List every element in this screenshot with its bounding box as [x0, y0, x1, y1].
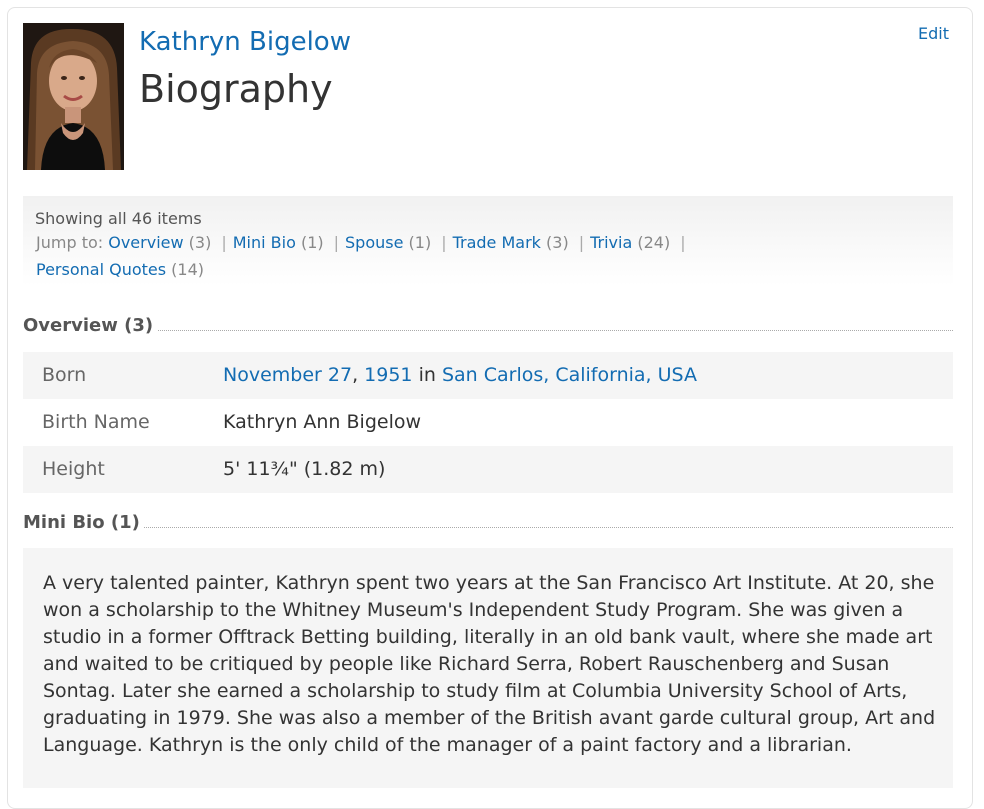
jump-separator: | — [441, 233, 447, 252]
jump-separator: | — [221, 233, 227, 252]
overview-row-height: Height 5' 11¾" (1.82 m) — [23, 446, 953, 493]
height-label: Height — [42, 458, 105, 480]
jump-separator: | — [333, 233, 340, 252]
overview-section-header: Overview (3) — [23, 315, 953, 341]
section-divider — [23, 330, 953, 331]
mini-bio-text: A very talented painter, Kathryn spent t… — [43, 572, 936, 756]
born-date-link[interactable]: November 27 — [223, 364, 352, 386]
born-place-link[interactable]: San Carlos, California, USA — [442, 364, 697, 386]
height-value: 5' 11¾" (1.82 m) — [223, 458, 386, 480]
profile-photo[interactable] — [23, 23, 124, 170]
jump-count-spouse: (1) — [408, 233, 432, 252]
jump-link-trade-mark[interactable]: Trade Mark — [453, 233, 541, 252]
edit-link[interactable]: Edit — [918, 24, 949, 43]
jump-count-trade-mark: (3) — [546, 233, 569, 252]
jump-nav-line-1: Jump to: Overview (3) | Mini Bio (1) | Spous… — [36, 233, 692, 252]
jump-separator: | — [680, 233, 686, 252]
born-comma: , — [352, 364, 359, 386]
jump-count-mini-bio: (1) — [300, 233, 324, 252]
jump-link-spouse[interactable]: Spouse — [345, 233, 403, 252]
overview-row-born: Born November 27, 1951 in San Carlos, Ca… — [23, 352, 953, 399]
born-in-text: in — [418, 364, 436, 386]
mini-bio-box: A very talented painter, Kathryn spent t… — [23, 548, 953, 788]
jump-separator: | — [578, 233, 585, 252]
overview-row-birth-name: Birth Name Kathryn Ann Bigelow — [23, 399, 953, 446]
jump-count-overview: (3) — [188, 233, 212, 252]
person-name-link[interactable]: Kathryn Bigelow — [139, 26, 351, 58]
mini-bio-section-header: Mini Bio (1) — [23, 512, 953, 538]
jump-link-personal-quotes[interactable]: Personal Quotes — [36, 260, 166, 279]
birth-name-label: Birth Name — [42, 411, 150, 433]
page-title: Biography — [139, 67, 333, 111]
jump-link-mini-bio[interactable]: Mini Bio — [233, 233, 296, 252]
jump-nav-line-2: Personal Quotes (14) — [36, 260, 204, 279]
born-year-link[interactable]: 1951 — [364, 364, 412, 386]
jump-link-trivia[interactable]: Trivia — [590, 233, 632, 252]
born-value: November 27, 1951 in San Carlos, Califor… — [223, 364, 697, 386]
jump-count-personal-quotes: (14) — [171, 260, 205, 279]
born-label: Born — [42, 364, 87, 386]
jump-count-trivia: (24) — [637, 233, 671, 252]
birth-name-value: Kathryn Ann Bigelow — [223, 411, 422, 433]
items-count: Showing all 46 items — [35, 209, 202, 228]
section-divider — [23, 527, 953, 528]
overview-heading: Overview (3) — [23, 315, 158, 336]
jump-label: Jump to: — [36, 233, 104, 252]
jump-link-overview[interactable]: Overview — [108, 233, 183, 252]
mini-bio-heading: Mini Bio (1) — [23, 512, 144, 533]
